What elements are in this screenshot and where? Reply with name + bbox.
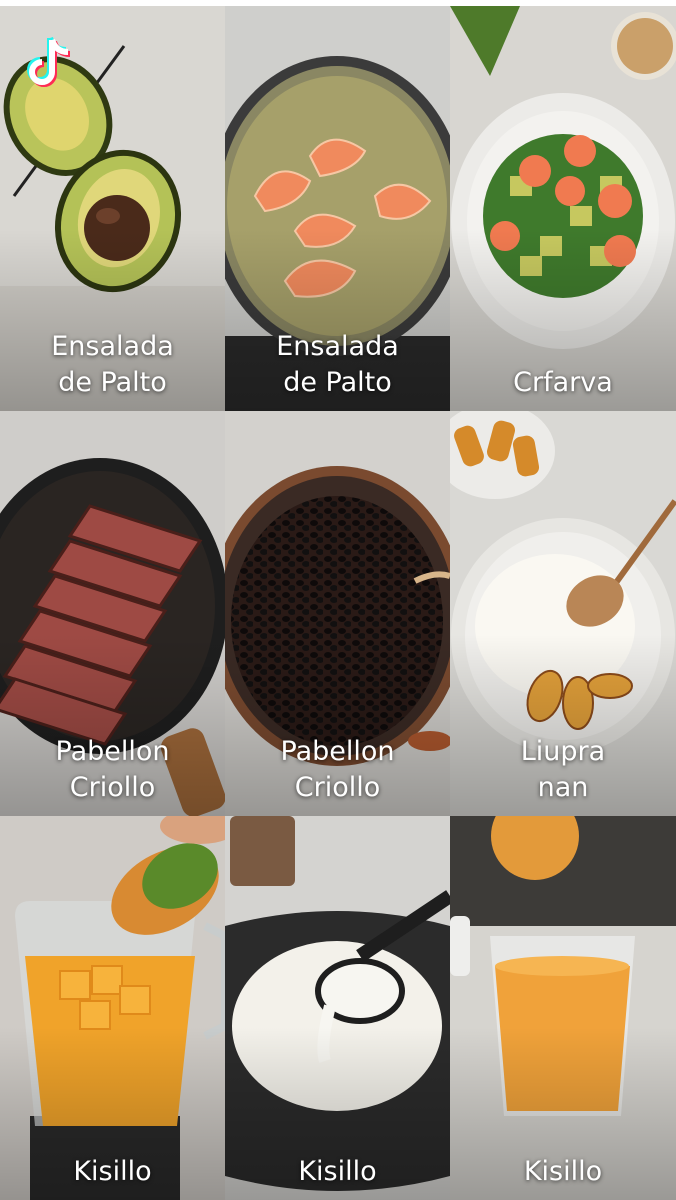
caption-line: Ensalada <box>276 331 399 362</box>
tile-caption: Pabellon Criollo <box>225 734 450 806</box>
tile-avocado[interactable]: Ensalada de Palto <box>0 6 225 411</box>
caption-line: nan <box>537 772 589 803</box>
caption-line: Liupra <box>520 736 606 767</box>
caption-line: de Palto <box>58 367 167 398</box>
caption-line: de Palto <box>283 367 392 398</box>
tile-caption: Kisillo <box>0 1154 225 1190</box>
tile-shrimp-pot[interactable]: Ensalada de Palto <box>225 6 450 411</box>
tile-steak-skillet[interactable]: Pabellon Criollo <box>0 411 225 816</box>
caption-line: Criollo <box>294 772 381 803</box>
caption-line: Ensalada <box>51 331 174 362</box>
recipe-grid: Ensalada de Palto Ensalada de Palto Crfa… <box>0 6 676 1200</box>
caption-line: Kisillo <box>73 1156 152 1187</box>
tile-black-beans[interactable]: Pabellon Criollo <box>225 411 450 816</box>
tile-caption: Kisillo <box>225 1154 450 1190</box>
tile-caption: Pabellon Criollo <box>0 734 225 806</box>
tiktok-logo-icon[interactable] <box>22 34 74 94</box>
caption-line: Pabellon <box>280 736 395 767</box>
caption-line: Crfarva <box>513 367 613 398</box>
tile-caption: Ensalada de Palto <box>0 329 225 401</box>
caption-line: Criollo <box>69 772 156 803</box>
tile-mango-juice[interactable]: Kisillo <box>450 816 676 1200</box>
caption-line: Kisillo <box>523 1156 603 1187</box>
tile-caption: Liupra nan <box>450 734 676 806</box>
tile-rice-plantains[interactable]: Liupra nan <box>450 411 676 816</box>
tile-caption: Kisillo <box>450 1154 676 1190</box>
caption-line: Pabellon <box>55 736 170 767</box>
tile-caption: Crfarva <box>450 365 676 401</box>
tile-shrimp-salad[interactable]: Crfarva <box>450 6 676 411</box>
tile-cream-pot[interactable]: Kisillo <box>225 816 450 1200</box>
tile-caption: Ensalada de Palto <box>225 329 450 401</box>
caption-line: Kisillo <box>298 1156 377 1187</box>
tile-mango-blender[interactable]: Kisillo <box>0 816 225 1200</box>
